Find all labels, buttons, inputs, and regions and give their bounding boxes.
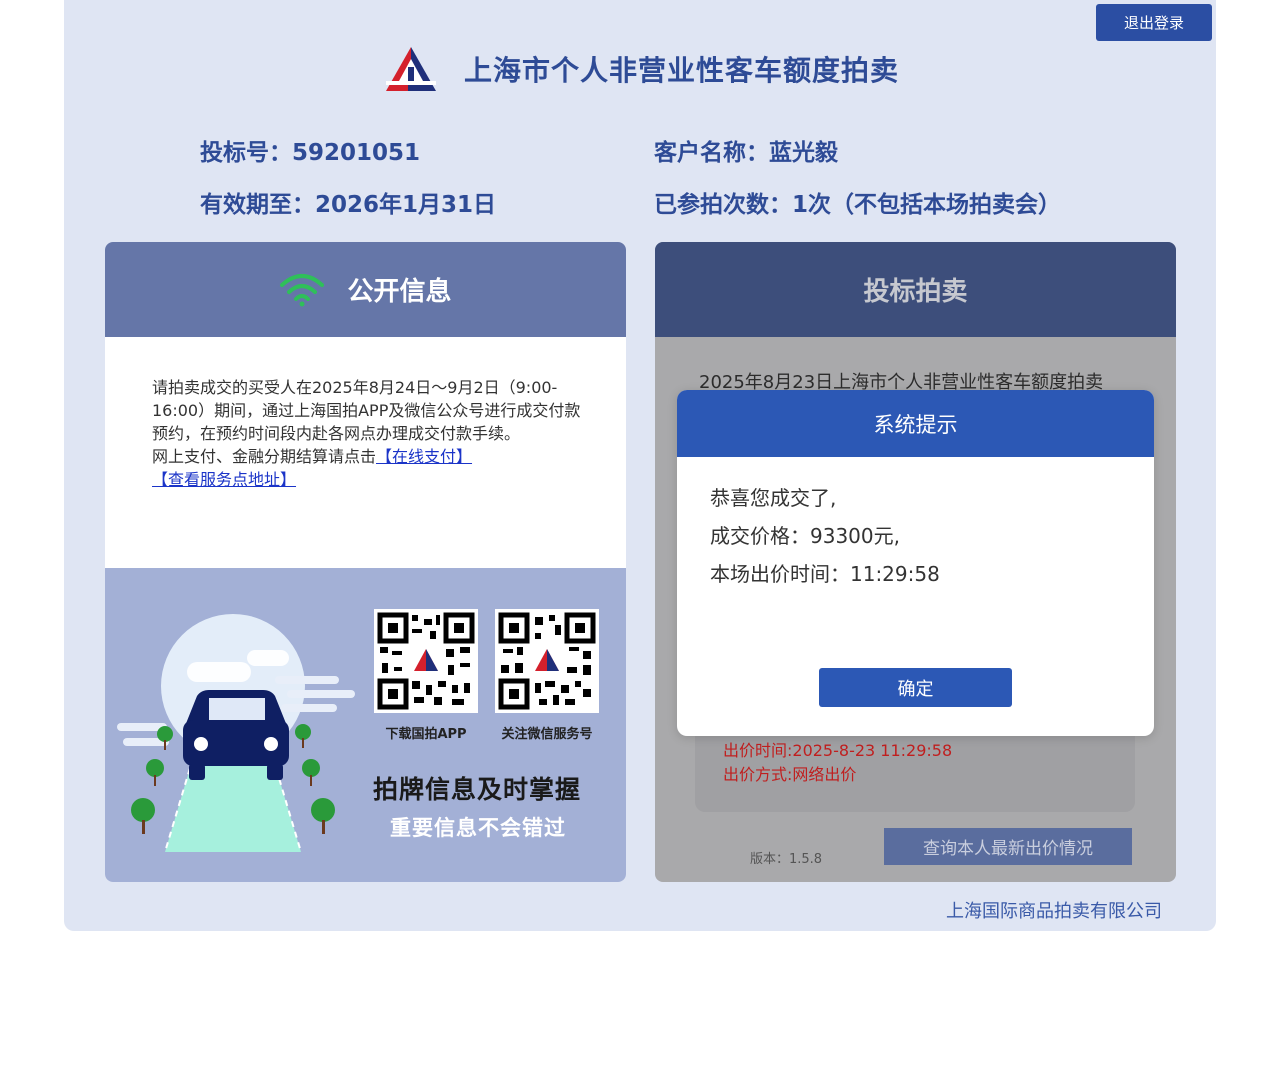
wifi-icon: [280, 273, 325, 306]
customer-name: 客户名称：蓝光毅: [654, 140, 838, 166]
online-payment-link[interactable]: 【在线支付】: [376, 447, 472, 466]
bid-number: 投标号：59201051: [200, 140, 421, 166]
version-label: 版本：1.5.8: [750, 852, 823, 867]
qr-wechat-label: 关注微信服务号: [501, 727, 593, 742]
company-name: 上海国际商品拍卖有限公司: [946, 901, 1162, 922]
bid-auction-header: 投标拍卖: [655, 242, 1176, 337]
participation-count: 已参拍次数：1次（不包括本场拍卖会）: [654, 192, 1062, 218]
dialog-title: 系统提示: [677, 390, 1154, 457]
bid-time: 出价时间:2025-8-23 11:29:58: [723, 741, 953, 760]
car-illustration-icon: [117, 614, 355, 853]
public-info-title: 公开信息: [347, 277, 452, 307]
qr-code-wechat-icon: [495, 609, 599, 713]
system-prompt-dialog: 系统提示 恭喜您成交了, 成交价格：93300元, 本场出价时间：11:29:5…: [677, 390, 1154, 736]
bid-auction-title: 投标拍卖: [863, 277, 968, 307]
page-title: 上海市个人非营业性客车额度拍卖: [464, 54, 900, 87]
notice-pay-prefix: 网上支付、金融分期结算请点击: [152, 447, 377, 466]
promo-slogan-sub: 重要信息不会错过: [390, 816, 566, 840]
promo-slogan-main: 拍牌信息及时掌握: [373, 775, 582, 804]
confirm-button[interactable]: 确定: [819, 668, 1012, 707]
qr-app-label: 下载国拍APP: [385, 727, 467, 742]
notice-text: 请拍卖成交的买受人在2025年8月24日～9月2日（9:00-16:00）期间，…: [152, 378, 581, 443]
public-info-header: 公开信息: [105, 242, 626, 337]
payment-notice: 请拍卖成交的买受人在2025年8月24日～9月2日（9:00-16:00）期间，…: [152, 376, 582, 491]
dialog-deal-price: 成交价格：93300元,: [710, 524, 900, 548]
page-header: 上海市个人非营业性客车额度拍卖: [384, 44, 899, 94]
bid-method: 出价方式:网络出价: [723, 765, 857, 784]
valid-until: 有效期至：2026年1月31日: [200, 192, 497, 218]
dialog-success-message: 恭喜您成交了,: [710, 486, 837, 510]
auction-logo-icon: [386, 47, 436, 91]
service-address-link[interactable]: 【查看服务点地址】: [152, 470, 296, 489]
query-latest-bid-button[interactable]: 查询本人最新出价情况: [884, 828, 1132, 865]
dialog-bid-time: 本场出价时间：11:29:58: [710, 562, 940, 586]
qr-code-app-icon: [374, 609, 478, 713]
public-info-panel: 公开信息 请拍卖成交的买受人在2025年8月24日～9月2日（9:00-16:0…: [105, 242, 626, 882]
logout-button[interactable]: 退出登录: [1096, 4, 1212, 41]
app-promo-banner: 下载国拍APP 关注微信服务号 拍牌信息及时掌握 重要信息不会错过: [105, 568, 626, 882]
